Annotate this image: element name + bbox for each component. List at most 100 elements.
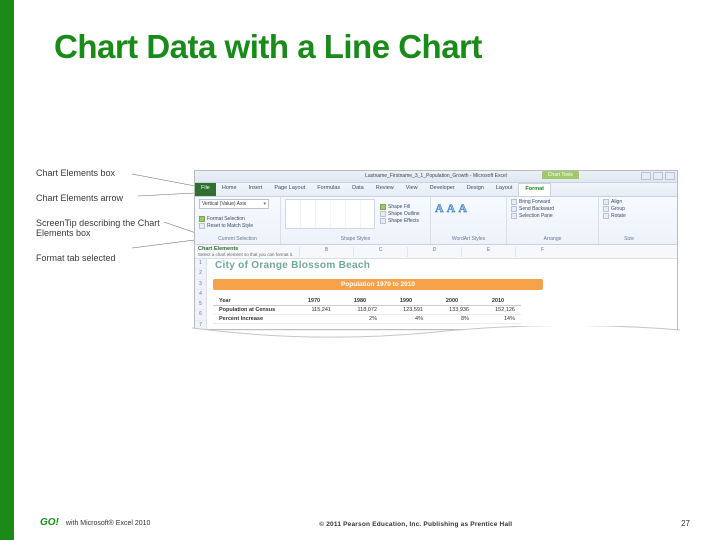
hdr-2010: 2010 xyxy=(475,297,521,306)
tab-format[interactable]: Format xyxy=(518,183,551,196)
callout-format-tab: Format tab selected xyxy=(36,253,196,264)
shape-styles-gallery[interactable] xyxy=(285,199,375,229)
tab-developer[interactable]: Developer xyxy=(424,183,461,196)
align-button[interactable]: Align xyxy=(603,199,655,205)
group-button[interactable]: Group xyxy=(603,206,655,212)
group-label-arrange: Arrange xyxy=(511,236,594,242)
window-buttons xyxy=(641,172,675,180)
ribbon-tabs: File Home Insert Page Layout Formulas Da… xyxy=(195,183,677,197)
effects-icon xyxy=(380,218,386,224)
logo: GO! xyxy=(40,517,59,528)
row-3[interactable]: 3 xyxy=(195,280,206,290)
close-button[interactable] xyxy=(665,172,675,180)
sheet-title: City of Orange Blossom Beach xyxy=(215,260,370,271)
chart-tools-badge: Chart Tools xyxy=(542,171,579,179)
tab-review[interactable]: Review xyxy=(370,183,400,196)
footer-product: with Microsoft® Excel 2010 xyxy=(66,520,151,527)
group-current-selection: Vertical (Value) Axis ▾ Format Selection… xyxy=(195,197,281,244)
row-6[interactable]: 6 xyxy=(195,310,206,320)
chart-elements-screentip: Select a chart element so that you can f… xyxy=(198,253,293,258)
hdr-2000: 2000 xyxy=(429,297,475,306)
ribbon: Vertical (Value) Axis ▾ Format Selection… xyxy=(195,197,677,245)
group-label-size: Size xyxy=(603,236,655,242)
excel-titlebar: Lastname_Firstname_3_1_Population_Growth… xyxy=(195,171,677,183)
group-wordart-styles: AAA WordArt Styles xyxy=(431,197,507,244)
row-4[interactable]: 4 xyxy=(195,290,206,300)
group-arrange: Bring Forward Send Backward Selection Pa… xyxy=(507,197,599,244)
col-D[interactable]: D xyxy=(407,247,461,257)
col-E[interactable]: E xyxy=(461,247,515,257)
align-icon xyxy=(603,199,609,205)
reset-icon xyxy=(199,223,205,229)
row-headers: 1 2 3 4 5 6 7 xyxy=(195,259,207,330)
send-backward-icon xyxy=(511,206,517,212)
worksheet-grid[interactable]: 1 2 3 4 5 6 7 City of Orange Blossom Bea… xyxy=(195,259,677,330)
group-label-wordart: WordArt Styles xyxy=(435,236,502,242)
group-label-shape-styles: Shape Styles xyxy=(285,236,426,242)
sheet-content: City of Orange Blossom Beach Population … xyxy=(207,259,677,330)
footer-copyright: © 2011 Pearson Education, Inc. Publishin… xyxy=(319,521,512,528)
chart-elements-value: Vertical (Value) Axis xyxy=(202,201,246,207)
chevron-down-icon[interactable]: ▾ xyxy=(263,201,266,207)
callout-chart-elements-arrow: Chart Elements arrow xyxy=(36,193,196,204)
shape-fill-button[interactable]: Shape Fill xyxy=(380,204,420,210)
tab-page-layout[interactable]: Page Layout xyxy=(268,183,311,196)
send-backward-button[interactable]: Send Backward xyxy=(511,206,594,212)
data-table: Year 1970 1980 1990 2000 2010 Population… xyxy=(213,297,521,324)
column-headers: B C D E F xyxy=(299,247,675,257)
tab-home[interactable]: Home xyxy=(216,183,243,196)
bring-forward-icon xyxy=(511,199,517,205)
tab-design[interactable]: Design xyxy=(461,183,490,196)
tab-layout[interactable]: Layout xyxy=(490,183,519,196)
outline-icon xyxy=(380,211,386,217)
row-1[interactable]: 1 xyxy=(195,259,206,269)
group-shape-styles: Shape Fill Shape Outline Shape Effects S… xyxy=(281,197,431,244)
window-title: Lastname_Firstname_3_1_Population_Growth… xyxy=(365,173,507,179)
col-B[interactable]: B xyxy=(299,247,353,257)
slide-title: Chart Data with a Line Chart xyxy=(54,28,482,66)
callout-screentip: ScreenTip describing the Chart Elements … xyxy=(36,218,196,240)
col-C[interactable]: C xyxy=(353,247,407,257)
table-row: Percent Increase 2% 4% 8% 14% xyxy=(213,315,521,324)
sheet-subtitle: Population 1970 to 2010 xyxy=(213,279,543,290)
selection-pane-button[interactable]: Selection Pane xyxy=(511,213,594,219)
minimize-button[interactable] xyxy=(641,172,651,180)
format-selection-button[interactable]: Format Selection xyxy=(199,216,276,222)
group-align-size: Align Group Rotate Size xyxy=(599,197,659,244)
row-5[interactable]: 5 xyxy=(195,300,206,310)
maximize-button[interactable] xyxy=(653,172,663,180)
wordart-gallery[interactable]: AAA xyxy=(435,201,502,216)
tab-data[interactable]: Data xyxy=(346,183,370,196)
footer-left: GO! with Microsoft® Excel 2010 xyxy=(40,517,150,528)
accent-bar xyxy=(0,0,14,540)
shape-outline-button[interactable]: Shape Outline xyxy=(380,211,420,217)
hdr-1980: 1980 xyxy=(337,297,383,306)
format-selection-icon xyxy=(199,216,205,222)
hdr-1990: 1990 xyxy=(383,297,429,306)
hdr-1970: 1970 xyxy=(291,297,337,306)
chart-elements-box[interactable]: Vertical (Value) Axis ▾ xyxy=(199,199,269,209)
figure: Chart Elements box Chart Elements arrow … xyxy=(36,168,696,338)
bring-forward-button[interactable]: Bring Forward xyxy=(511,199,594,205)
footer: GO! with Microsoft® Excel 2010 © 2011 Pe… xyxy=(40,517,690,528)
excel-window: Lastname_Firstname_3_1_Population_Growth… xyxy=(194,170,678,330)
rotate-button[interactable]: Rotate xyxy=(603,213,655,219)
reset-style-button[interactable]: Reset to Match Style xyxy=(199,223,276,229)
fill-icon xyxy=(380,204,386,210)
row-2[interactable]: 2 xyxy=(195,269,206,279)
tab-formulas[interactable]: Formulas xyxy=(311,183,346,196)
callout-chart-elements-box: Chart Elements box xyxy=(36,168,196,179)
pane-icon xyxy=(511,213,517,219)
page-number: 27 xyxy=(681,519,690,528)
chart-elements-strip: Chart Elements Select a chart element so… xyxy=(195,245,677,259)
shape-effects-button[interactable]: Shape Effects xyxy=(380,218,420,224)
tab-view[interactable]: View xyxy=(400,183,424,196)
torn-edge xyxy=(192,326,680,344)
slide-page: Chart Data with a Line Chart Chart Eleme… xyxy=(0,0,720,540)
group-label-current: Current Selection xyxy=(199,236,276,242)
tab-insert[interactable]: Insert xyxy=(243,183,269,196)
hdr-year: Year xyxy=(213,297,291,306)
col-F[interactable]: F xyxy=(515,247,569,257)
rotate-icon xyxy=(603,213,609,219)
tab-file[interactable]: File xyxy=(195,183,216,196)
